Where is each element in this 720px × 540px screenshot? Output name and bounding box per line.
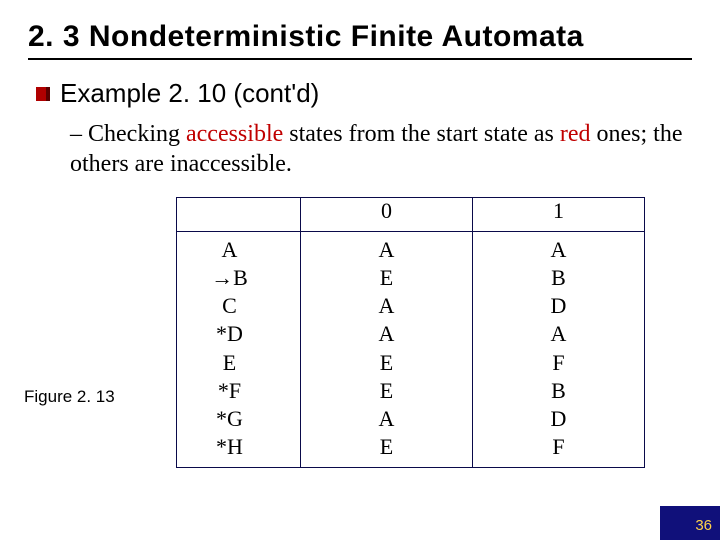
state-4: E <box>177 349 282 377</box>
c0-6: A <box>301 405 472 433</box>
th-0: 0 <box>301 198 473 232</box>
c1-6: D <box>473 405 644 433</box>
sub1-mid: states from the start state as <box>283 121 560 147</box>
bullet-1-text: Example 2. 10 (cont'd) <box>60 78 319 109</box>
sub-bullet-1: – Checking accessible states from the st… <box>36 119 684 179</box>
c1-3: A <box>473 320 644 348</box>
c1-5: B <box>473 377 644 405</box>
sub1-red2: red <box>560 121 591 147</box>
table-header-row: 0 1 <box>177 198 645 232</box>
th-state <box>177 198 301 232</box>
sub1-prefix: – Checking <box>70 121 186 147</box>
transition-table: 0 1 A →B C *D E *F *G *H <box>176 197 645 468</box>
states-stack: A →B C *D E *F *G *H <box>177 236 282 461</box>
bullet-1: Example 2. 10 (cont'd) <box>36 78 684 109</box>
c1-7: F <box>473 433 644 461</box>
c1-2: D <box>473 292 644 320</box>
figure-label: Figure 2. 13 <box>24 387 115 407</box>
col0-stack: A E A A E E A E <box>301 236 472 461</box>
state-0: A <box>177 236 282 264</box>
c1-1: B <box>473 264 644 292</box>
bullet-icon <box>36 87 50 101</box>
page-number: 36 <box>695 517 712 534</box>
c0-5: E <box>301 377 472 405</box>
title-underline <box>28 58 692 60</box>
sub1-red1: accessible <box>186 121 283 147</box>
c0-4: E <box>301 349 472 377</box>
c0-3: A <box>301 320 472 348</box>
c0-0: A <box>301 236 472 264</box>
state-7: *H <box>177 433 282 461</box>
c1-0: A <box>473 236 644 264</box>
state-2: C <box>177 292 282 320</box>
c1-4: F <box>473 349 644 377</box>
th-1: 1 <box>473 198 645 232</box>
c0-7: E <box>301 433 472 461</box>
state-3: *D <box>177 320 282 348</box>
table-body-row: A →B C *D E *F *G *H A E A A <box>177 232 645 468</box>
state-6: *G <box>177 405 282 433</box>
slide-title: 2. 3 Nondeterministic Finite Automata <box>28 20 692 54</box>
state-5: *F <box>177 377 282 405</box>
col1-stack: A B D A F B D F <box>473 236 644 461</box>
c0-2: A <box>301 292 472 320</box>
c0-1: E <box>301 264 472 292</box>
state-1: →B <box>177 264 282 292</box>
